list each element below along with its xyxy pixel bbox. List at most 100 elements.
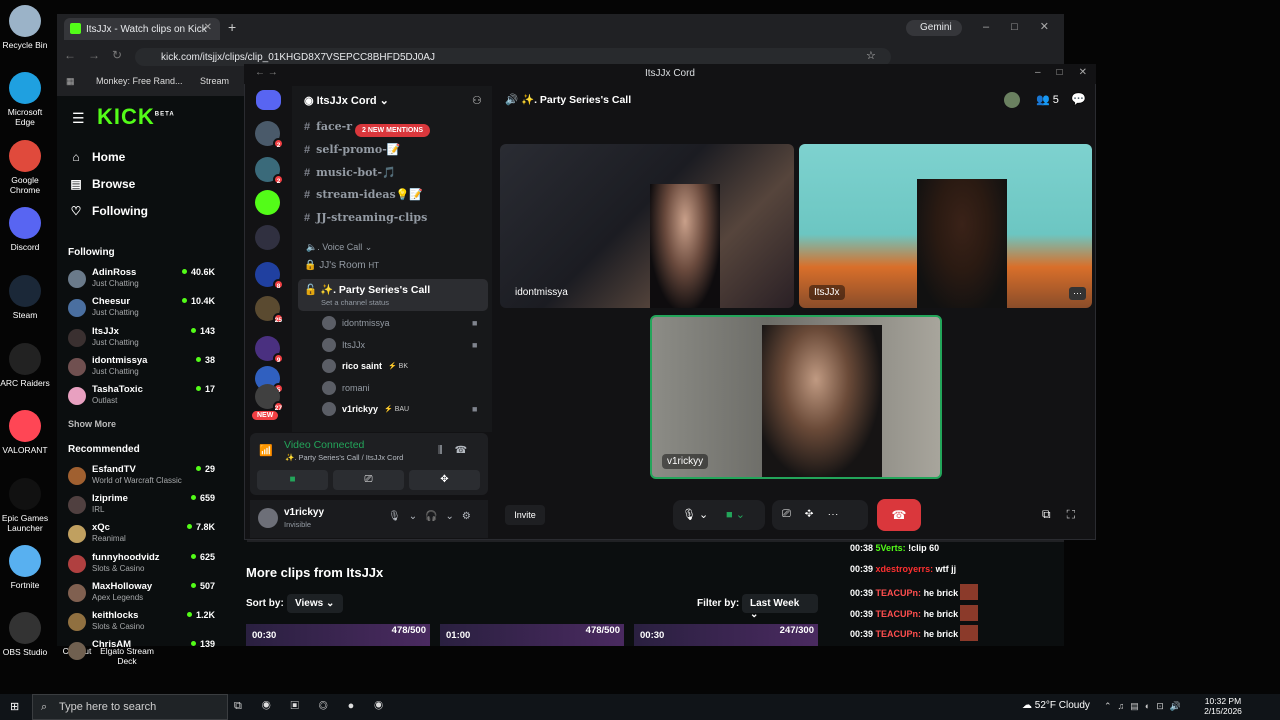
channel-item[interactable]: EsfandTV World of Warcraft Classic 29 — [68, 464, 218, 492]
participants-count[interactable]: 👥 5 — [1036, 93, 1059, 106]
bookmark-star-icon[interactable]: ☆ — [866, 49, 876, 62]
tray-icons[interactable]: ⌃♫▤◐⊡🔊 — [1104, 701, 1187, 712]
server-icon[interactable]: 2 — [255, 157, 284, 185]
channel-item[interactable]: ChrisAM 139 — [68, 639, 218, 667]
user-controls[interactable]: 🎙⌄🎧⌄⚙ — [388, 511, 479, 522]
nav-home[interactable]: ⌂ Home — [70, 150, 125, 164]
filter-dropdown[interactable]: Last Week ⌄ — [742, 594, 818, 620]
server-icon[interactable] — [255, 225, 280, 250]
channel-item[interactable]: xQc Reanimal 7.8K — [68, 522, 218, 550]
video-tile[interactable]: v1rickyy — [650, 315, 942, 479]
chat-message[interactable]: 00:39 xdestroyerrs: wtf jj — [850, 564, 956, 574]
desktop-shortcut[interactable]: Recycle Bin — [0, 5, 50, 50]
bookmark-item[interactable]: Monkey: Free Rand... — [96, 76, 183, 86]
gemini-button[interactable]: Gemini — [906, 20, 962, 36]
text-channel[interactable]: # JJ-streaming-clips — [304, 211, 427, 224]
channel-item[interactable]: TashaToxic Outlast 17 — [68, 384, 218, 412]
server-icon[interactable]: 2 — [255, 121, 284, 149]
voice-user[interactable]: ItsJJx ■ — [322, 337, 477, 352]
activities-button[interactable]: ✥ — [409, 470, 480, 490]
show-more-link[interactable]: Show More — [68, 419, 116, 429]
menu-icon[interactable]: ☰ — [72, 110, 85, 127]
voice-room-jj[interactable]: 🔒 JJ's Room HT — [304, 260, 379, 271]
clip-card[interactable]: 00:30 478/500 — [246, 624, 430, 646]
chrome-tab[interactable]: ItsJJx - Watch clips on Kick ✕ — [64, 18, 220, 40]
camera-button[interactable]: ■ — [257, 470, 328, 490]
text-channel[interactable]: # stream-ideas💡📝 — [304, 188, 423, 201]
camera-icon[interactable]: ■ ⌄ — [726, 508, 745, 521]
nav-buttons[interactable]: ←→↻ — [64, 48, 134, 62]
apps-icon[interactable]: ▦ — [66, 76, 75, 87]
back-arrow-icon[interactable]: ← → — [255, 67, 278, 78]
voice-user[interactable]: romani — [322, 380, 370, 395]
voice-user[interactable]: v1rickyy ⚡ BAU ■ — [322, 402, 477, 416]
add-member-icon[interactable]: ⚇ — [472, 94, 482, 107]
text-channel[interactable]: # music-bot-🎵 — [304, 166, 396, 179]
desktop-shortcut[interactable]: Discord — [0, 207, 50, 252]
channel-item[interactable]: AdinRoss Just Chatting 40.6K — [68, 267, 218, 295]
voice-user[interactable]: rico saint ⚡ BK — [322, 359, 408, 373]
text-channel[interactable]: # face-r — [304, 120, 352, 133]
clip-card[interactable]: 01:00 478/500 — [440, 624, 624, 646]
taskbar-apps[interactable]: ⧉◉▣◎●◉ — [234, 700, 403, 713]
weather[interactable]: ☁ 52°F Cloudy — [1022, 700, 1090, 711]
window-controls[interactable]: –□✕ — [983, 20, 1071, 33]
clip-card[interactable]: 00:30 247/300 — [634, 624, 818, 646]
desktop-shortcut[interactable]: Epic Games Launcher — [0, 478, 50, 533]
taskbar-search[interactable]: ⌕ Type here to search — [32, 694, 228, 720]
video-tile[interactable]: idontmissya — [500, 144, 794, 308]
desktop-shortcut[interactable]: Microsoft Edge — [0, 72, 50, 127]
new-mentions-badge[interactable]: 2 NEW MENTIONS — [355, 124, 431, 137]
desktop-shortcut[interactable]: ARC Raiders — [0, 343, 50, 388]
start-button[interactable]: ⊞ — [10, 700, 19, 713]
sort-dropdown[interactable]: Views ⌄ — [287, 594, 343, 613]
server-icon[interactable] — [255, 190, 280, 215]
server-name[interactable]: ◉ ItsJJx Cord ⌄ — [304, 94, 389, 107]
server-icon[interactable]: 25 — [255, 296, 284, 324]
chat-message[interactable]: 00:39 TEACUPn: he brick — [850, 625, 979, 641]
chat-message[interactable]: 00:39 TEACUPn: he brick — [850, 604, 979, 621]
discord-window-controls[interactable]: –□✕ — [1035, 67, 1103, 78]
close-tab-icon[interactable]: ✕ — [204, 22, 212, 33]
avatar[interactable] — [258, 508, 278, 528]
channel-item[interactable]: ItsJJx Just Chatting 143 — [68, 326, 218, 354]
server-icon[interactable]: 27 — [255, 384, 284, 412]
channel-item[interactable]: idontmissya Just Chatting 38 — [68, 355, 218, 383]
channel-status[interactable]: Set a channel status — [321, 298, 389, 307]
chat-message[interactable]: 00:38 5Verts: !clip 60 — [850, 543, 939, 553]
new-tab-button[interactable]: + — [228, 19, 236, 35]
more-options-icon[interactable]: ⋯ — [1069, 287, 1086, 300]
invite-button[interactable]: Invite — [505, 505, 545, 525]
nav-following[interactable]: ♡ Following — [70, 204, 148, 218]
kick-logo[interactable]: KICKBETA — [97, 104, 175, 130]
channel-item[interactable]: funnyhoodvidz Slots & Casino 625 — [68, 552, 218, 580]
text-channel[interactable]: # self-promo-📝 — [304, 143, 400, 156]
popout-fullscreen-icons[interactable]: ⧉⛶ — [1042, 507, 1091, 522]
desktop-shortcut[interactable]: Google Chrome — [0, 140, 50, 195]
desktop-shortcut[interactable]: VALORANT — [0, 410, 50, 455]
clock[interactable]: 10:32 PM 2/15/2026 — [1200, 696, 1246, 716]
screen-share-button[interactable]: ⎚ — [333, 470, 404, 490]
avatar[interactable] — [1004, 92, 1020, 108]
connection-sub[interactable]: ✨. Party Series's Call / ItsJJx Cord — [285, 453, 403, 462]
desktop-shortcut[interactable]: Steam — [0, 275, 50, 320]
server-icon[interactable]: 9 — [255, 336, 284, 364]
mic-icon[interactable]: 🎙 ⌄ — [682, 508, 708, 521]
channel-item[interactable]: Cheesur Just Chatting 10.4K — [68, 296, 218, 324]
nav-browse[interactable]: ▤ Browse — [70, 177, 135, 191]
channel-item[interactable]: keithlocks Slots & Casino 1.2K — [68, 610, 218, 638]
hangup-button[interactable]: ☎ — [877, 499, 921, 531]
chat-message[interactable]: 00:39 TEACUPn: he brick — [850, 584, 979, 600]
voice-user[interactable]: idontmissya ■ — [322, 316, 477, 330]
video-tile[interactable]: ItsJJx ⋯ — [799, 144, 1092, 308]
voice-panel-icons[interactable]: ⫼☎ — [438, 445, 479, 456]
desktop-shortcut[interactable]: Fortnite — [0, 545, 50, 590]
share-icons[interactable]: ⎚✥⋯ — [782, 508, 853, 521]
chat-bubble-icon[interactable]: 💬 — [1071, 92, 1086, 106]
server-icon[interactable]: 8 — [255, 262, 284, 290]
discord-home-icon[interactable] — [256, 90, 281, 110]
channel-item[interactable]: MaxHolloway Apex Legends 507 — [68, 581, 218, 609]
channel-item[interactable]: Iziprime IRL 659 — [68, 493, 218, 521]
bookmark-item[interactable]: Stream — [200, 76, 229, 86]
desktop-shortcut[interactable]: OBS Studio — [0, 612, 50, 657]
